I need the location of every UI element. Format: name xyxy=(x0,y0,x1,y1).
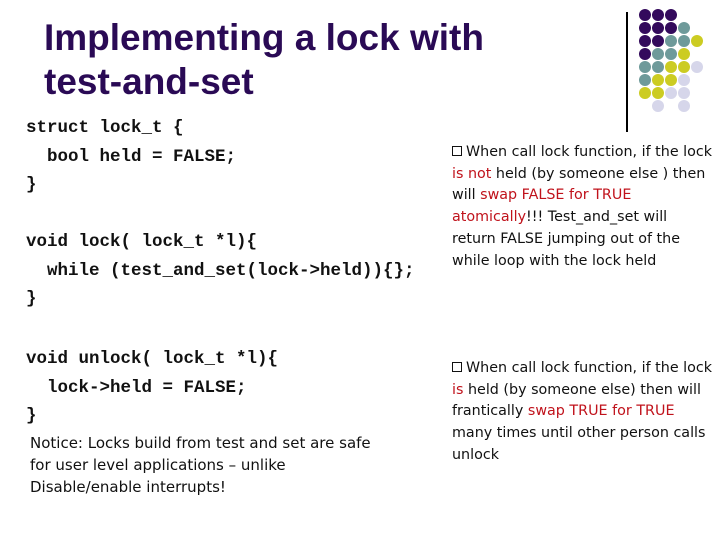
highlighted-text: swap TRUE for TRUE xyxy=(527,403,675,420)
checkbox-bullet-icon xyxy=(452,362,462,372)
code-lock-block: void lock( lock_t *l){ while (test_and_s… xyxy=(26,228,415,314)
code-line: void lock( lock_t *l){ xyxy=(26,232,258,252)
purple-dot xyxy=(639,48,651,60)
lavender-dot xyxy=(691,61,703,73)
teal-dot xyxy=(665,35,677,47)
yellow-dot xyxy=(691,35,703,47)
teal-dot xyxy=(652,61,664,73)
teal-dot xyxy=(678,35,690,47)
lavender-dot xyxy=(665,87,677,99)
code-line: } xyxy=(26,175,37,195)
purple-dot xyxy=(652,35,664,47)
teal-dot xyxy=(652,48,664,60)
note-text: When call lock function, if the lock xyxy=(466,360,713,376)
teal-dot xyxy=(665,48,677,60)
purple-dot xyxy=(665,9,677,21)
yellow-dot xyxy=(678,48,690,60)
yellow-dot xyxy=(665,61,677,73)
purple-dot xyxy=(665,22,677,34)
title-line-1: Implementing a lock with xyxy=(44,17,484,58)
purple-dot xyxy=(639,9,651,21)
yellow-dot xyxy=(665,74,677,86)
lavender-dot xyxy=(678,87,690,99)
purple-dot xyxy=(639,35,651,47)
lavender-dot xyxy=(678,74,690,86)
title-line-2: test-and-set xyxy=(44,61,254,102)
explanation-note-not-held: When call lock function, if the lock is … xyxy=(452,142,714,272)
teal-dot xyxy=(678,22,690,34)
purple-dot xyxy=(652,22,664,34)
note-text: many times until other person calls unlo… xyxy=(452,425,706,463)
notice-text: Notice: Locks build from test and set ar… xyxy=(30,434,371,496)
lavender-dot xyxy=(652,100,664,112)
decorative-divider xyxy=(626,12,628,132)
yellow-dot xyxy=(639,87,651,99)
code-line: bool held = FALSE; xyxy=(26,146,237,167)
highlighted-text: is xyxy=(452,381,464,398)
code-struct-block: struct lock_t { bool held = FALSE; } xyxy=(26,114,236,200)
slide-title: Implementing a lock with test-and-set xyxy=(44,16,484,104)
yellow-dot xyxy=(652,87,664,99)
purple-dot xyxy=(639,22,651,34)
checkbox-bullet-icon xyxy=(452,146,462,156)
code-line: struct lock_t { xyxy=(26,118,184,138)
code-line: lock->held = FALSE; xyxy=(26,377,247,398)
code-unlock-block: void unlock( lock_t *l){ lock->held = FA… xyxy=(26,345,278,431)
explanation-note-held: When call lock function, if the lock is … xyxy=(452,358,714,467)
code-line: void unlock( lock_t *l){ xyxy=(26,349,279,369)
note-text: When call lock function, if the lock xyxy=(466,144,713,160)
yellow-dot xyxy=(678,61,690,73)
code-line: } xyxy=(26,289,37,309)
code-line: while (test_and_set(lock->held)){}; xyxy=(26,260,415,281)
teal-dot xyxy=(639,61,651,73)
yellow-dot xyxy=(652,74,664,86)
purple-dot xyxy=(652,9,664,21)
lavender-dot xyxy=(678,100,690,112)
code-line: } xyxy=(26,406,37,426)
teal-dot xyxy=(639,74,651,86)
highlighted-text: is not xyxy=(452,165,492,182)
